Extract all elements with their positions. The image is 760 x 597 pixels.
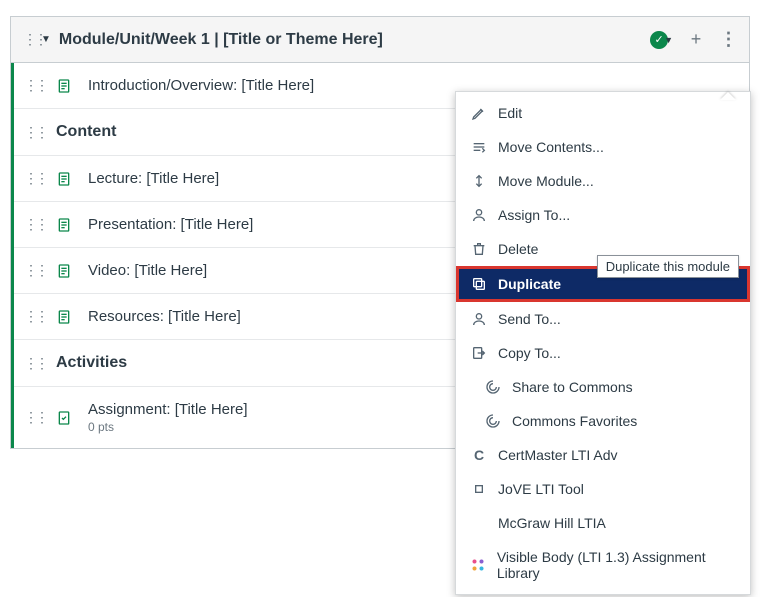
chevron-down-icon: ▼: [664, 35, 673, 45]
trash-icon: [470, 241, 488, 257]
add-item-button[interactable]: +: [687, 29, 705, 50]
menu-label: Share to Commons: [512, 379, 633, 395]
item-title: Presentation: [Title Here]: [88, 216, 253, 233]
menu-label: Commons Favorites: [512, 413, 637, 429]
menu-certmaster[interactable]: C CertMaster LTI Adv: [456, 438, 750, 472]
menu-share-commons[interactable]: Share to Commons: [456, 370, 750, 404]
drag-handle-icon[interactable]: ⋮⋮: [24, 409, 38, 426]
item-title: Video: [Title Here]: [88, 262, 207, 279]
menu-edit[interactable]: Edit: [456, 96, 750, 130]
drag-handle-icon[interactable]: ⋮⋮: [24, 262, 38, 279]
menu-label: Send To...: [498, 311, 561, 327]
menu-send-to[interactable]: Send To...: [456, 302, 750, 336]
module-title[interactable]: Module/Unit/Week 1 | [Title or Theme Her…: [59, 31, 650, 49]
module-options-menu: Edit Move Contents... Move Module... Ass…: [455, 91, 751, 595]
menu-label: Duplicate: [498, 276, 561, 292]
collapse-caret-icon[interactable]: ▼: [41, 34, 51, 45]
menu-label: Move Contents...: [498, 139, 604, 155]
item-subtitle: 0 pts: [88, 420, 248, 434]
page-icon: [56, 171, 74, 187]
menu-label: CertMaster LTI Adv: [498, 447, 618, 463]
item-title: Resources: [Title Here]: [88, 308, 241, 325]
menu-move-module[interactable]: Move Module...: [456, 164, 750, 198]
module-card: ⋮⋮ ▼ Module/Unit/Week 1 | [Title or Them…: [10, 16, 750, 449]
square-icon: [470, 481, 488, 497]
menu-label: Move Module...: [498, 173, 594, 189]
item-title: Lecture: [Title Here]: [88, 170, 219, 187]
user-icon: [470, 207, 488, 223]
item-title: Introduction/Overview: [Title Here]: [88, 77, 314, 94]
drag-handle-icon[interactable]: ⋮⋮: [24, 124, 38, 141]
commons-icon: [484, 413, 502, 429]
module-header-actions: ✓ ▼ + ⋮: [650, 29, 737, 50]
copy-to-icon: [470, 345, 488, 361]
drag-handle-icon[interactable]: ⋮⋮: [24, 170, 38, 187]
drag-handle-icon[interactable]: ⋮⋮: [24, 308, 38, 325]
menu-move-contents[interactable]: Move Contents...: [456, 130, 750, 164]
publish-status-button[interactable]: ✓ ▼: [650, 31, 673, 49]
menu-label: Assign To...: [498, 207, 570, 223]
page-icon: [56, 78, 74, 94]
menu-label: Delete: [498, 241, 538, 257]
duplicate-icon: [470, 276, 488, 292]
menu-assign-to[interactable]: Assign To...: [456, 198, 750, 232]
module-options-button[interactable]: ⋮: [719, 29, 737, 50]
pencil-icon: [470, 105, 488, 121]
duplicate-tooltip: Duplicate this module: [597, 255, 739, 278]
subheader-title: Content: [56, 123, 116, 141]
menu-label: Copy To...: [498, 345, 561, 361]
tooltip-text: Duplicate this module: [606, 259, 730, 274]
menu-jove[interactable]: JoVE LTI Tool: [456, 472, 750, 506]
user-icon: [470, 311, 488, 327]
item-title: Assignment: [Title Here]: [88, 401, 248, 418]
visible-body-icon: [470, 558, 487, 572]
drag-handle-icon[interactable]: ⋮⋮: [24, 77, 38, 94]
menu-label: Edit: [498, 105, 522, 121]
move-contents-icon: [470, 139, 488, 155]
menu-label: JoVE LTI Tool: [498, 481, 584, 497]
menu-label: Visible Body (LTI 1.3) Assignment Librar…: [497, 549, 736, 581]
drag-handle-icon[interactable]: ⋮⋮: [23, 31, 37, 48]
menu-copy-to[interactable]: Copy To...: [456, 336, 750, 370]
menu-label: McGraw Hill LTIA: [498, 515, 606, 531]
drag-handle-icon[interactable]: ⋮⋮: [24, 355, 38, 372]
module-header: ⋮⋮ ▼ Module/Unit/Week 1 | [Title or Them…: [11, 17, 749, 63]
subheader-title: Activities: [56, 354, 127, 372]
commons-icon: [484, 379, 502, 395]
item-content: Assignment: [Title Here] 0 pts: [88, 401, 248, 434]
page-icon: [56, 217, 74, 233]
menu-mcgraw[interactable]: McGraw Hill LTIA: [456, 506, 750, 540]
menu-commons-favorites[interactable]: Commons Favorites: [456, 404, 750, 438]
page-icon: [56, 309, 74, 325]
certmaster-icon: C: [470, 447, 488, 463]
menu-visible-body[interactable]: Visible Body (LTI 1.3) Assignment Librar…: [456, 540, 750, 590]
drag-handle-icon[interactable]: ⋮⋮: [24, 216, 38, 233]
page-icon: [56, 263, 74, 279]
move-module-icon: [470, 173, 488, 189]
assignment-icon: [56, 410, 74, 426]
